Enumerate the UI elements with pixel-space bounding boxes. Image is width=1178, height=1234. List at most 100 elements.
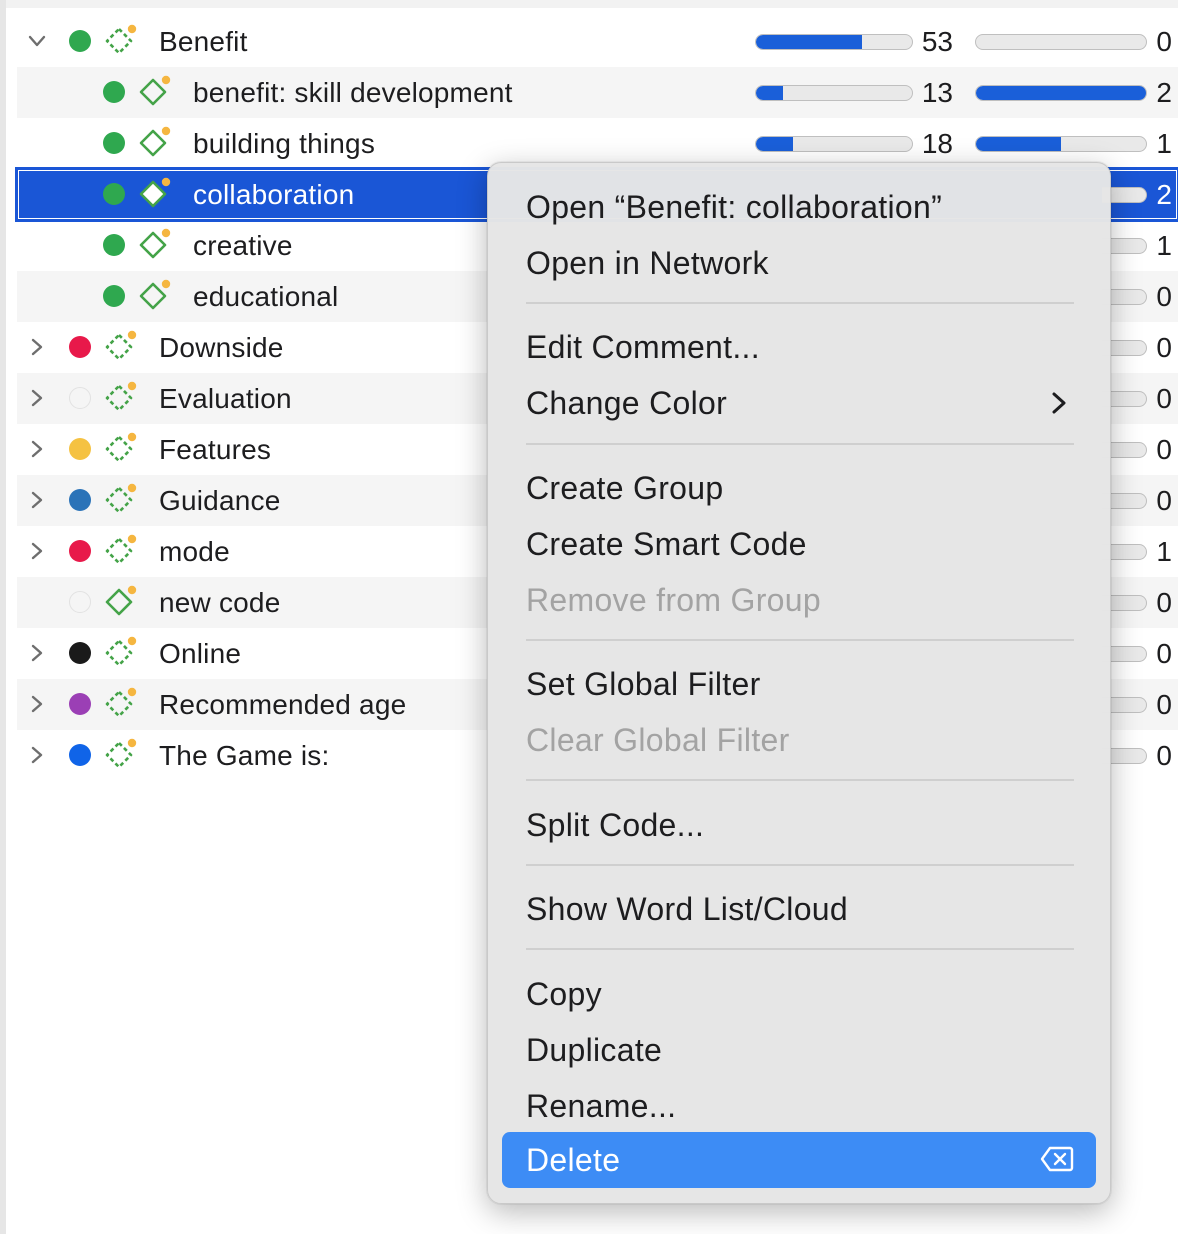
code-icon <box>103 585 139 621</box>
code-label: Benefit <box>159 26 248 57</box>
menu-item-clear-global-filter: Clear Global Filter <box>526 722 790 758</box>
color-dot <box>103 183 125 205</box>
color-dot <box>69 489 91 511</box>
code-label: Downside <box>159 332 284 363</box>
density-count: 1 <box>1156 230 1172 261</box>
code-group-icon <box>103 24 139 60</box>
color-dot <box>69 336 91 358</box>
density-count: 0 <box>1156 332 1172 363</box>
density-count: 1 <box>1156 128 1172 159</box>
density-count: 0 <box>1156 383 1172 414</box>
code-label: mode <box>159 536 230 567</box>
code-label: building things <box>193 128 376 159</box>
code-label: benefit: skill development <box>193 77 513 108</box>
chevron-right-icon[interactable] <box>27 337 47 357</box>
menu-item-split-code[interactable]: Split Code... <box>502 799 1096 851</box>
menu-separator <box>526 443 1074 445</box>
code-label: collaboration <box>193 179 355 210</box>
code-icon <box>137 279 173 315</box>
code-label: creative <box>193 230 293 261</box>
color-dot <box>69 30 91 52</box>
outline-row[interactable]: benefit: skill development 13 2 <box>17 67 1178 118</box>
code-group-icon <box>103 483 139 519</box>
menu-item-edit-comment[interactable]: Edit Comment... <box>502 321 1096 373</box>
code-label: Online <box>159 638 242 669</box>
density-count: 0 <box>1156 434 1172 465</box>
density-count: 0 <box>1156 485 1172 516</box>
density-count: 0 <box>1156 587 1172 618</box>
density-count: 2 <box>1156 179 1172 210</box>
color-dot <box>103 234 125 256</box>
menu-separator <box>526 779 1074 781</box>
menu-separator <box>526 948 1074 950</box>
code-icon <box>137 228 173 264</box>
density-count: 0 <box>1156 689 1172 720</box>
menu-item-open-in-network[interactable]: Open in Network <box>502 237 1096 289</box>
submenu-arrow-icon <box>1052 392 1066 414</box>
code-label: The Game is: <box>159 740 330 771</box>
menu-item-label: Change Color <box>526 385 728 421</box>
window-top-edge <box>0 0 1178 8</box>
menu-item-change-color[interactable]: Change Color <box>502 377 1096 429</box>
color-dot <box>103 132 125 154</box>
chevron-right-icon[interactable] <box>27 745 47 765</box>
code-label: educational <box>193 281 339 312</box>
code-group-icon <box>103 687 139 723</box>
context-menu: Open “Benefit: collaboration” Open in Ne… <box>487 162 1111 1204</box>
outline-row[interactable]: Benefit 53 0 <box>17 16 1178 67</box>
color-dot <box>69 744 91 766</box>
code-group-icon <box>103 432 139 468</box>
menu-item-duplicate[interactable]: Duplicate <box>502 1024 1096 1076</box>
code-group-icon <box>103 738 139 774</box>
frequency-bar <box>755 34 913 50</box>
menu-separator <box>526 302 1074 304</box>
menu-separator <box>526 639 1074 641</box>
menu-item-rename[interactable]: Rename... <box>502 1080 1096 1132</box>
menu-item-label: Delete <box>526 1142 621 1178</box>
density-bar <box>975 136 1147 152</box>
density-count: 0 <box>1156 26 1172 57</box>
color-dot <box>69 591 91 613</box>
code-icon <box>137 177 173 213</box>
code-label: Evaluation <box>159 383 292 414</box>
chevron-right-icon[interactable] <box>27 490 47 510</box>
code-icon <box>137 126 173 162</box>
chevron-right-icon[interactable] <box>27 643 47 663</box>
menu-item-open[interactable]: Open “Benefit: collaboration” <box>502 181 1096 233</box>
color-dot <box>69 438 91 460</box>
code-group-icon <box>103 534 139 570</box>
chevron-right-icon[interactable] <box>27 388 47 408</box>
code-label: Recommended age <box>159 689 407 720</box>
color-dot <box>103 81 125 103</box>
color-dot <box>69 540 91 562</box>
code-label: Features <box>159 434 272 465</box>
menu-item-create-group[interactable]: Create Group <box>502 462 1096 514</box>
frequency-count: 13 <box>921 77 953 108</box>
code-label: new code <box>159 587 281 618</box>
code-group-icon <box>103 381 139 417</box>
menu-separator <box>526 864 1074 866</box>
menu-item-remove-from-group: Remove from Group <box>526 582 821 618</box>
menu-item-delete[interactable]: Delete <box>502 1132 1096 1188</box>
delete-key-icon <box>1040 1146 1074 1172</box>
color-dot <box>103 285 125 307</box>
frequency-count: 53 <box>921 26 953 57</box>
color-dot <box>69 642 91 664</box>
code-icon <box>137 75 173 111</box>
menu-item-create-smart-code[interactable]: Create Smart Code <box>502 518 1096 570</box>
code-group-icon <box>103 636 139 672</box>
density-count: 0 <box>1156 638 1172 669</box>
frequency-bar <box>755 85 913 101</box>
menu-item-show-word-list[interactable]: Show Word List/Cloud <box>502 883 1096 935</box>
chevron-right-icon[interactable] <box>27 439 47 459</box>
window-left-edge <box>0 0 6 1234</box>
density-bar <box>975 85 1147 101</box>
menu-item-copy[interactable]: Copy <box>502 968 1096 1020</box>
color-dot <box>69 387 91 409</box>
code-group-icon <box>103 330 139 366</box>
chevron-right-icon[interactable] <box>27 694 47 714</box>
menu-item-set-global-filter[interactable]: Set Global Filter <box>502 658 1096 710</box>
chevron-right-icon[interactable] <box>27 541 47 561</box>
chevron-down-icon[interactable] <box>27 31 47 51</box>
density-count: 1 <box>1156 536 1172 567</box>
